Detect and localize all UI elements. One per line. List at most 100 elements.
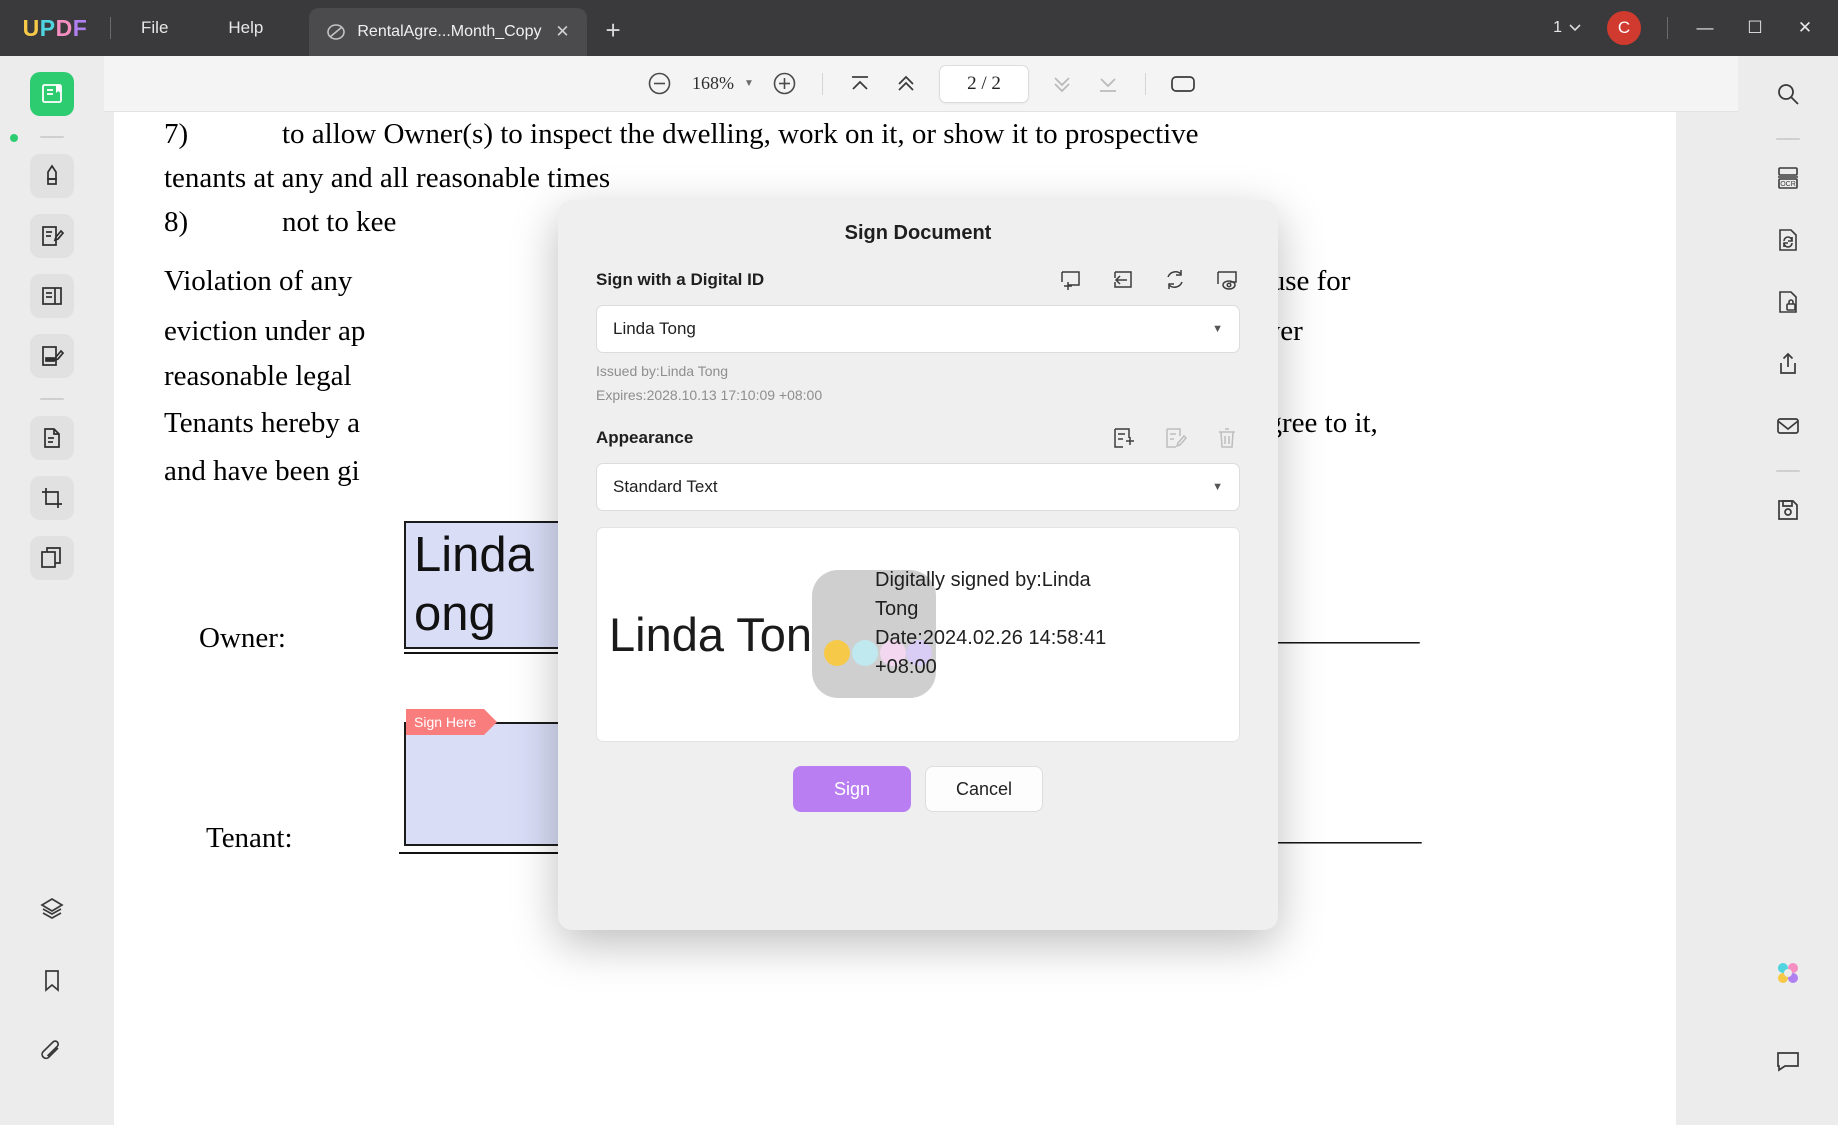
ai-assistant-button[interactable] xyxy=(1766,951,1810,995)
left-rail-bottom xyxy=(30,887,74,1125)
zoom-in-button[interactable] xyxy=(762,61,808,107)
sidebar-item-edit-pdf[interactable] xyxy=(30,214,74,258)
convert-button[interactable] xyxy=(1766,218,1810,262)
chevron-down-icon xyxy=(1569,24,1581,32)
maximize-button[interactable]: ☐ xyxy=(1732,0,1778,56)
zoom-in-icon xyxy=(771,70,798,97)
sign-document-icon xyxy=(39,343,65,369)
sidebar-item-convert[interactable] xyxy=(30,416,74,460)
next-page-button[interactable] xyxy=(1039,61,1085,107)
signature-preview: Linda Tong Digitally signed by:Linda Ton… xyxy=(596,527,1240,742)
zoom-dropdown-caret[interactable]: ▼ xyxy=(744,78,762,89)
import-id-icon[interactable] xyxy=(1110,267,1136,293)
left-sidebar xyxy=(0,56,104,1125)
ocr-button[interactable]: OCR xyxy=(1766,156,1810,200)
document-tab-icon xyxy=(325,21,347,43)
create-id-icon[interactable] xyxy=(1058,267,1084,293)
sidebar-item-sign[interactable] xyxy=(30,334,74,378)
right-rail-divider-2 xyxy=(1776,470,1800,472)
presentation-mode-button[interactable] xyxy=(1160,61,1206,107)
window-count-value: 1 xyxy=(1553,19,1562,37)
right-sidebar: OCR xyxy=(1738,56,1838,1125)
convert-file-icon xyxy=(39,425,65,451)
sidebar-item-crop[interactable] xyxy=(30,476,74,520)
menu-file[interactable]: File xyxy=(111,0,198,56)
right-rail-divider xyxy=(1776,138,1800,140)
preview-signature-name: Linda Tong xyxy=(597,607,838,662)
toolbar-divider xyxy=(822,73,823,95)
last-page-button[interactable] xyxy=(1085,61,1131,107)
share-button[interactable] xyxy=(1766,342,1810,386)
protect-lock-icon xyxy=(1774,288,1802,316)
right-rail-bottom xyxy=(1766,951,1810,1125)
sidebar-item-bookmarks[interactable] xyxy=(30,959,74,1003)
toolbar-divider-2 xyxy=(1145,73,1146,95)
sidebar-item-layers[interactable] xyxy=(30,887,74,931)
preview-signed-by: Digitally signed by:Linda Tong xyxy=(875,566,1125,624)
digital-id-selected-value: Linda Tong xyxy=(613,319,696,339)
owner-signature-field[interactable]: Linda ong xyxy=(404,521,584,649)
minimize-button[interactable]: — xyxy=(1682,0,1728,56)
doc-line: Tenants hereby a xyxy=(164,409,360,438)
ocr-icon: OCR xyxy=(1774,164,1802,192)
highlighter-icon xyxy=(39,163,65,189)
save-as-button[interactable] xyxy=(1766,488,1810,532)
compare-pages-icon xyxy=(39,545,65,571)
date-blank-tenant: ___________ xyxy=(1262,817,1422,846)
view-id-icon[interactable] xyxy=(1214,267,1240,293)
new-tab-button[interactable]: + xyxy=(605,15,620,46)
window-count[interactable]: 1 xyxy=(1543,19,1591,37)
logo-letter-d: D xyxy=(56,15,73,42)
owner-signature-line2: ong xyxy=(406,582,582,641)
avatar[interactable]: C xyxy=(1607,11,1641,45)
first-page-button[interactable] xyxy=(837,61,883,107)
sidebar-item-compare[interactable] xyxy=(30,536,74,580)
logo-letter-u: U xyxy=(23,15,40,42)
zoom-level[interactable]: 168% xyxy=(682,73,744,94)
save-as-icon xyxy=(1774,496,1802,524)
zoom-out-button[interactable] xyxy=(636,61,682,107)
owner-label: Owner: xyxy=(199,624,286,653)
add-appearance-icon[interactable] xyxy=(1110,425,1136,451)
first-page-icon xyxy=(847,71,873,97)
prev-page-button[interactable] xyxy=(883,61,929,107)
cancel-button[interactable]: Cancel xyxy=(925,766,1043,812)
crop-icon xyxy=(39,485,65,511)
doc-line: and have been gi xyxy=(164,457,360,486)
delete-appearance-icon xyxy=(1214,425,1240,451)
menu-help[interactable]: Help xyxy=(198,0,293,56)
page-organize-icon xyxy=(39,283,65,309)
document-tab[interactable]: RentalAgre...Month_Copy ✕ xyxy=(309,8,587,56)
dialog-buttons: Sign Cancel xyxy=(596,766,1240,812)
appearance-actions xyxy=(1110,425,1240,451)
close-window-button[interactable]: ✕ xyxy=(1782,0,1828,56)
date-blank-owner: ___________ xyxy=(1260,617,1420,646)
email-button[interactable] xyxy=(1766,404,1810,448)
search-icon xyxy=(1775,81,1802,108)
share-icon xyxy=(1774,350,1802,378)
digital-id-select[interactable]: Linda Tong ▼ xyxy=(596,305,1240,353)
next-page-icon xyxy=(1049,71,1075,97)
appearance-select[interactable]: Standard Text ▼ xyxy=(596,463,1240,511)
updf-logo: UPDF xyxy=(0,0,110,56)
convert-icon xyxy=(1774,226,1802,254)
refresh-id-icon[interactable] xyxy=(1162,267,1188,293)
bookmark-icon xyxy=(39,968,65,994)
title-bar: UPDF File Help RentalAgre...Month_Copy ✕… xyxy=(0,0,1838,56)
view-toolbar: 168% ▼ 2 / 2 xyxy=(104,56,1738,112)
sidebar-item-reader[interactable] xyxy=(30,72,74,116)
feedback-button[interactable] xyxy=(1766,1039,1810,1083)
sidebar-item-attachments[interactable] xyxy=(30,1031,74,1075)
sidebar-item-organize[interactable] xyxy=(30,274,74,318)
appearance-label: Appearance xyxy=(596,428,693,448)
sign-button[interactable]: Sign xyxy=(793,766,911,812)
sidebar-item-annotate[interactable] xyxy=(30,154,74,198)
appearance-section-header: Appearance xyxy=(596,425,1240,451)
last-page-icon xyxy=(1095,71,1121,97)
page-indicator[interactable]: 2 / 2 xyxy=(939,65,1029,103)
protect-button[interactable] xyxy=(1766,280,1810,324)
close-tab-icon[interactable]: ✕ xyxy=(551,22,573,42)
sign-here-tag[interactable]: Sign Here xyxy=(406,709,484,735)
search-button[interactable] xyxy=(1766,72,1810,116)
window-divider xyxy=(1667,17,1668,39)
